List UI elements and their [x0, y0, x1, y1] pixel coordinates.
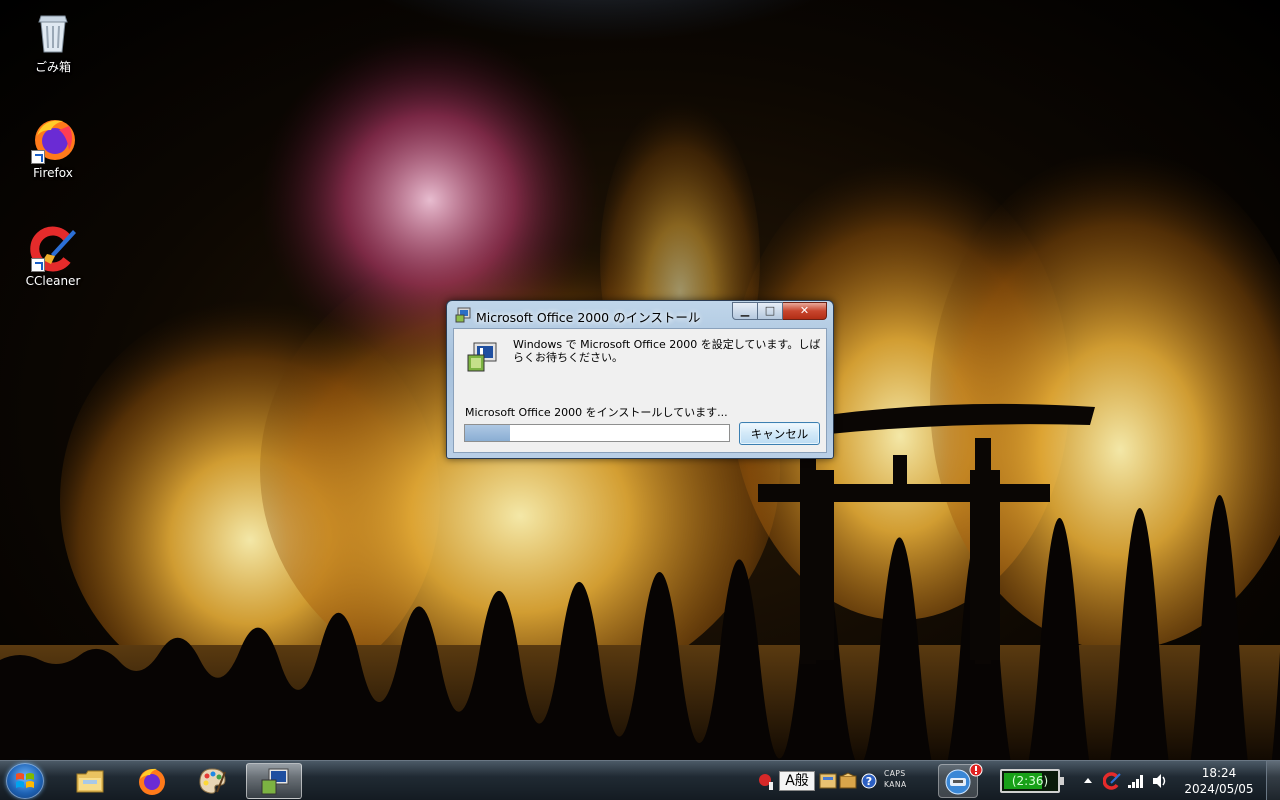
start-button[interactable]	[6, 763, 44, 799]
installer-icon	[466, 341, 498, 373]
ime-mode-label: A	[785, 773, 795, 789]
taskbar-office-setup[interactable]	[246, 763, 302, 799]
dialog-titlebar[interactable]: Microsoft Office 2000 のインストール ▁ □ ✕	[447, 301, 833, 327]
kana-label: KANA	[884, 780, 907, 789]
shortcut-arrow-icon	[31, 258, 45, 272]
ime-kanji-label: 般	[794, 773, 809, 789]
dialog-message: Windows で Microsoft Office 2000 を設定しています…	[513, 338, 821, 364]
clock-date: 2024/05/05	[1184, 782, 1254, 796]
volume-icon[interactable]	[1151, 772, 1169, 790]
desktop-icon-ccleaner[interactable]: CCleaner	[15, 224, 91, 288]
battery-time-remaining: (2:36)	[1011, 774, 1049, 788]
close-icon: ✕	[799, 304, 810, 317]
dialog-client-area: Windows で Microsoft Office 2000 を設定しています…	[453, 328, 827, 453]
caps-label: CAPS	[884, 769, 906, 778]
clock-time: 18:24	[1201, 766, 1237, 780]
close-button[interactable]: ✕	[783, 302, 827, 320]
cancel-button[interactable]: キャンセル	[739, 422, 820, 445]
help-icon[interactable]: ?	[861, 773, 877, 789]
system-clock[interactable]: 18:24 2024/05/05	[1180, 765, 1258, 797]
minimize-icon: ▁	[740, 304, 750, 317]
ime-dictionary-icon[interactable]	[819, 772, 837, 790]
desktop-icon-label: Firefox	[33, 166, 73, 180]
setup-icon	[261, 768, 289, 795]
alert-badge-icon	[969, 763, 983, 777]
show-hidden-icons-icon[interactable]	[1082, 775, 1094, 787]
svg-text:?: ?	[866, 775, 872, 788]
taskbar: A般 ? CAPS KANA (2:36) 18:24 2024/05/05	[0, 760, 1280, 800]
ime-pad-icon	[759, 774, 773, 790]
signal-strength-icon[interactable]	[1127, 773, 1145, 789]
ime-mode-indicator[interactable]: A般	[779, 771, 815, 791]
folder-icon	[76, 770, 104, 793]
ccleaner-tray-icon[interactable]	[1103, 772, 1121, 790]
taskbar-paint[interactable]	[184, 763, 240, 799]
install-status-text: Microsoft Office 2000 をインストールしています...	[465, 406, 728, 419]
taskbar-network-app[interactable]	[938, 763, 983, 798]
office-setup-dialog[interactable]: Microsoft Office 2000 のインストール ▁ □ ✕ Wind…	[446, 300, 834, 459]
desktop-icon-recycle-bin[interactable]: ごみ箱	[15, 8, 91, 75]
language-bar[interactable]: A般 ? CAPS KANA	[757, 766, 907, 796]
desktop-icon-label: CCleaner	[25, 274, 81, 288]
taskbar-firefox[interactable]	[123, 763, 179, 799]
ime-tools-icon[interactable]	[839, 772, 857, 790]
firefox-icon	[139, 768, 165, 795]
install-progress-bar	[464, 424, 730, 442]
desktop-icon-label: ごみ箱	[34, 60, 71, 74]
shortcut-arrow-icon	[31, 150, 45, 164]
recycle-bin-icon	[29, 8, 77, 56]
caps-kana-indicator: CAPS KANA	[884, 768, 907, 790]
ccleaner-icon	[29, 224, 77, 272]
windows-logo-icon	[16, 773, 34, 788]
show-desktop-button[interactable]	[1266, 761, 1280, 800]
maximize-button[interactable]: □	[758, 302, 783, 320]
palette-icon	[199, 768, 226, 794]
setup-icon	[455, 307, 471, 323]
maximize-icon: □	[764, 304, 776, 317]
dialog-title: Microsoft Office 2000 のインストール	[476, 310, 701, 325]
battery-indicator[interactable]: (2:36)	[1000, 769, 1064, 793]
progress-fill	[465, 425, 510, 441]
minimize-button[interactable]: ▁	[732, 302, 758, 320]
taskbar-explorer[interactable]	[62, 763, 118, 799]
desktop-icon-firefox[interactable]: Firefox	[15, 116, 91, 180]
firefox-icon	[29, 116, 77, 164]
